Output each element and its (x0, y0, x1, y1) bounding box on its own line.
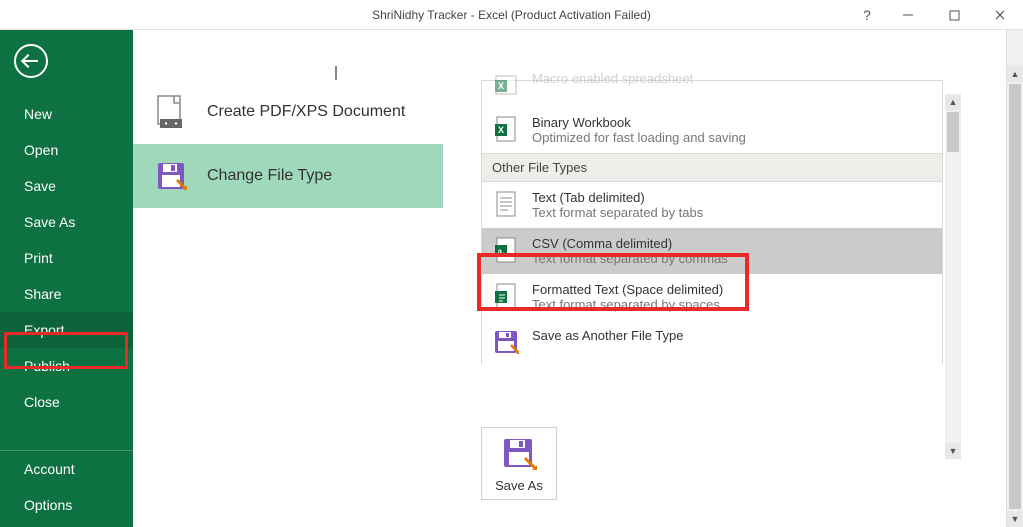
csv-file-icon: a, (492, 236, 520, 264)
scroll-thumb[interactable] (947, 112, 959, 152)
sidebar-item-export[interactable]: Export (0, 312, 133, 348)
export-option-label: Create PDF/XPS Document (207, 103, 405, 121)
file-type-title: Binary Workbook (532, 115, 746, 130)
file-type-subtitle: Text format separated by commas (532, 251, 728, 266)
sidebar-item-new[interactable]: New (0, 96, 133, 132)
file-type-subtitle: Text format separated by spaces (532, 297, 723, 312)
file-type-title: CSV (Comma delimited) (532, 236, 728, 251)
file-type-title: Text (Tab delimited) (532, 190, 703, 205)
sidebar-item-open[interactable]: Open (0, 132, 133, 168)
scroll-up-button[interactable]: ▲ (945, 94, 961, 110)
export-actions-column: Create PDF/XPS Document Change File Type (133, 30, 443, 527)
save-as-label: Save As (495, 478, 543, 493)
window-title: ShriNidhy Tracker - Excel (Product Activ… (372, 8, 651, 22)
backstage-view: New Open Save Save As Print Share Export… (0, 30, 1023, 527)
file-type-subtitle: Text format separated by tabs (532, 205, 703, 220)
svg-text:a,: a, (498, 247, 505, 256)
prn-file-icon (492, 282, 520, 310)
floppy-save-icon (501, 436, 537, 472)
title-bar: ShriNidhy Tracker - Excel (Product Activ… (0, 0, 1023, 30)
file-type-another[interactable]: Save as Another File Type (482, 320, 942, 364)
backstage-sidebar: New Open Save Save As Print Share Export… (0, 30, 133, 527)
file-type-title: Save as Another File Type (532, 328, 684, 343)
file-type-list: X Macro enabled spreadsheet X Binary Wor… (481, 80, 943, 364)
sidebar-item-print[interactable]: Print (0, 240, 133, 276)
scroll-up-button[interactable]: ▲ (1007, 66, 1023, 82)
file-type-macro-enabled[interactable]: X Macro enabled spreadsheet (482, 71, 942, 107)
excel-file-icon: X (492, 115, 520, 143)
help-button[interactable]: ? (849, 0, 885, 30)
file-type-binary-workbook[interactable]: X Binary Workbook Optimized for fast loa… (482, 107, 942, 153)
sidebar-item-save-as[interactable]: Save As (0, 204, 133, 240)
panel-scrollbar[interactable]: ▲ ▼ (945, 94, 961, 459)
file-type-panel: X Macro enabled spreadsheet X Binary Wor… (443, 30, 1023, 527)
scroll-down-button[interactable]: ▼ (1007, 511, 1023, 527)
sidebar-item-share[interactable]: Share (0, 276, 133, 312)
export-option-change-file-type[interactable]: Change File Type (133, 144, 443, 208)
file-type-text-tab[interactable]: Text (Tab delimited) Text format separat… (482, 182, 942, 228)
sidebar-item-save[interactable]: Save (0, 168, 133, 204)
export-option-label: Change File Type (207, 167, 332, 185)
file-type-title: Macro enabled spreadsheet (532, 71, 693, 86)
minimize-button[interactable] (885, 0, 931, 30)
maximize-button[interactable] (931, 0, 977, 30)
window-controls: ? (849, 0, 1023, 30)
scroll-thumb[interactable] (1009, 84, 1021, 509)
sidebar-item-close[interactable]: Close (0, 384, 133, 420)
section-header-other-file-types: Other File Types (482, 153, 942, 182)
file-type-csv[interactable]: a, CSV (Comma delimited) Text format sep… (482, 228, 942, 274)
file-type-title: Formatted Text (Space delimited) (532, 282, 723, 297)
file-type-formatted-text[interactable]: Formatted Text (Space delimited) Text fo… (482, 274, 942, 320)
svg-text:X: X (498, 81, 504, 91)
svg-text:X: X (498, 125, 504, 135)
pdf-document-icon (153, 94, 189, 130)
close-button[interactable] (977, 0, 1023, 30)
sidebar-item-publish[interactable]: Publish (0, 348, 133, 384)
excel-file-icon: X (492, 71, 520, 99)
file-type-subtitle: Optimized for fast loading and saving (532, 130, 746, 145)
back-button[interactable] (14, 44, 48, 78)
caret-icon (335, 66, 337, 80)
scroll-down-button[interactable]: ▼ (945, 443, 961, 459)
sidebar-item-options[interactable]: Options (0, 487, 133, 523)
floppy-save-icon (492, 328, 520, 356)
floppy-save-icon (153, 158, 189, 194)
back-arrow-icon (24, 60, 38, 62)
save-as-button[interactable]: Save As (481, 427, 557, 500)
export-option-pdf-xps[interactable]: Create PDF/XPS Document (133, 80, 443, 144)
text-file-icon (492, 190, 520, 218)
window-scrollbar[interactable]: ▲ ▼ (1006, 30, 1023, 527)
sidebar-item-account[interactable]: Account (0, 451, 133, 487)
